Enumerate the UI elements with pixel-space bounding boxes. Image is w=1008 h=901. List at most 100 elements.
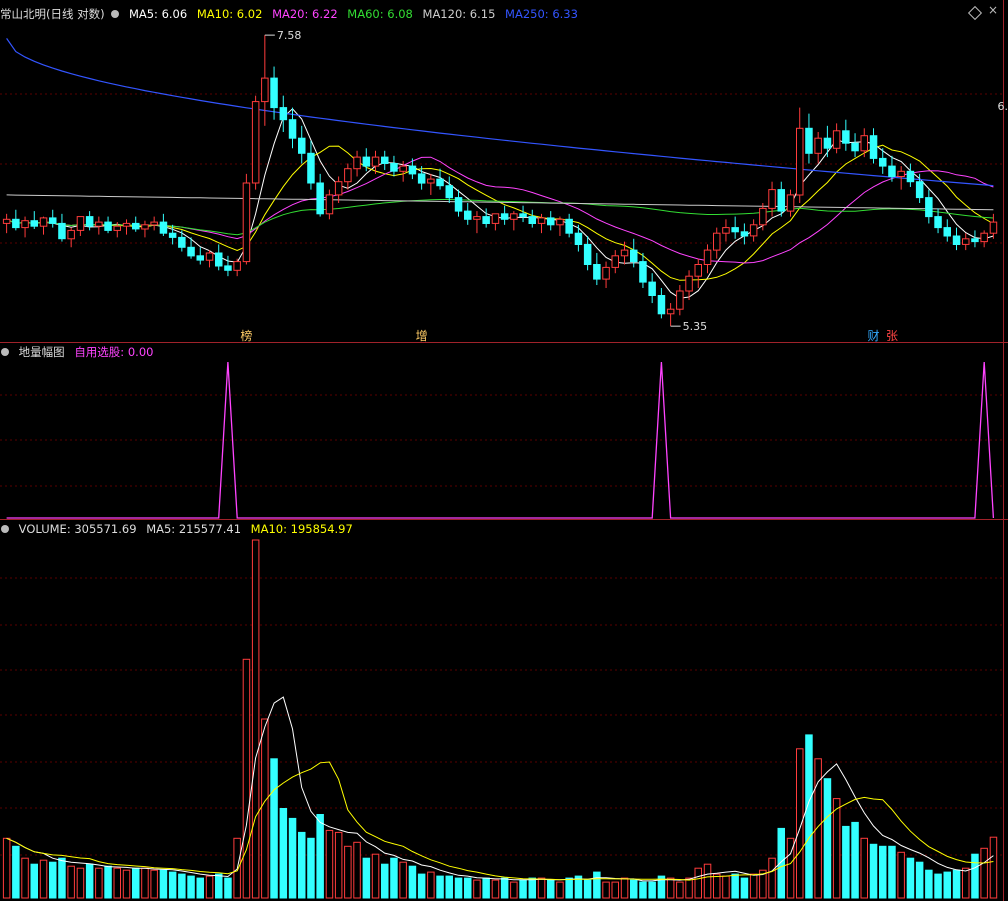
candle-body [67,229,75,240]
candle-body [298,137,306,154]
ma10-label: MA10: 6.02 [196,7,263,21]
candle-body [150,221,158,226]
volume-bar [713,873,721,899]
volume-bar [270,758,278,899]
candle-body [602,266,610,280]
volume-bar [989,836,998,899]
candle-body [768,189,776,209]
price-legend: 常山北明(日线 对数) MA5: 6.06 MA10: 6.02 MA20: 6… [0,5,584,23]
volume-bar [334,831,343,899]
volume-bar [381,863,389,899]
volume-bar [132,867,140,899]
candle-body [648,281,656,297]
panel-menu-icon[interactable] [1,347,9,356]
candle-body [132,222,140,230]
candle-body [2,218,11,224]
volume-bar [325,829,334,899]
volume-bar [353,841,361,899]
volume-bar [436,875,444,899]
panel-menu-icon[interactable] [111,9,120,18]
candle-body [445,185,453,199]
candle-body [943,227,951,237]
candle-body [749,224,758,237]
close-icon[interactable]: × [988,4,1000,16]
event-marker: 榜 [240,328,252,343]
volume-bar [205,875,214,899]
volume-bar [307,837,315,899]
volume-bar [12,845,20,899]
volume-bar [399,861,407,899]
volume-bar [390,857,398,899]
indicator-value: 自用选股: 0.00 [74,345,154,359]
candle-body [805,127,813,154]
volume-bar [482,877,490,899]
indicator-title[interactable]: 地量幅图 [19,345,65,359]
candle-body [740,231,749,237]
volume-bar [851,821,859,899]
ma120-line [6,194,994,211]
candle-body [473,216,481,220]
candle-body [593,264,601,280]
volume-bar [666,877,675,899]
volume-bar [261,718,269,899]
candle-body [417,173,426,184]
volume-bar [915,861,924,899]
panel-menu-icon[interactable] [1,524,9,533]
event-marker: 张 [886,329,898,343]
volume-bar [242,658,251,899]
candle-body [777,189,785,212]
candle-body [796,127,804,196]
stock-name[interactable]: 常山北明(日线 对数) [0,7,105,21]
volume-ma10: MA10: 195854.97 [250,522,353,536]
volume-bar [722,875,730,899]
volume-bar [703,863,712,899]
volume-bar [832,798,841,899]
candle-body [583,243,592,265]
volume-bar [445,875,453,899]
volume-title[interactable]: VOLUME: 305571.69 [19,522,137,536]
candle-body [482,216,490,225]
volume-bar [427,871,435,899]
volume-bar [168,871,177,899]
candle-body [399,165,407,172]
volume-bar [556,881,564,899]
volume-bar [251,539,260,899]
volume-bar [906,857,915,899]
volume-bar [67,865,75,899]
candle-body [952,235,961,245]
volume-bar [510,881,518,899]
candle-body [574,232,583,245]
volume-bar [196,877,204,899]
candle-body [353,156,361,170]
volume-bar [159,869,168,899]
candle-body [113,225,121,231]
candle-body [39,217,48,227]
volume-bar [417,873,426,899]
volume-bar [519,879,527,899]
candle-body [371,156,380,167]
candlestick-series [2,35,998,327]
candle-body [334,181,343,196]
candle-body [510,213,518,220]
volume-bar [76,867,85,899]
ma250-label: MA250: 6.33 [505,7,578,21]
candle-body [962,238,970,245]
candle-body [713,232,721,251]
volume-bars [2,539,998,899]
event-marker: 财 [868,329,880,343]
volume-bar [39,859,48,899]
volume-bar [749,873,758,899]
candle-body [21,220,29,229]
candle-body [528,216,536,225]
candle-body [76,216,85,231]
volume-bar [150,869,158,899]
candle-body [251,101,260,184]
candle-body [168,232,177,238]
candle-body [879,157,887,167]
candle-body [454,197,463,212]
candle-body [316,182,324,215]
candle-body [205,252,214,261]
volume-bar [676,881,684,899]
volume-bar [934,873,942,899]
candle-body [786,194,795,212]
